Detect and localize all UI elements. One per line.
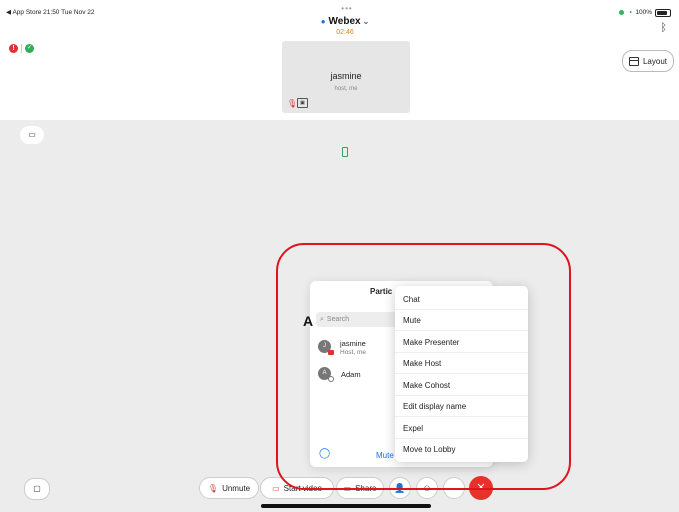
mute-all-button[interactable]: Mute	[376, 451, 394, 460]
unmute-label: Unmute	[222, 483, 251, 493]
menu-item-chat[interactable]: Chat	[395, 289, 528, 310]
battery-icon	[655, 8, 671, 17]
participants-button[interactable]: 👤	[389, 477, 411, 499]
drag-handle-icon[interactable]: •••	[332, 4, 362, 13]
layout-button-label: Layout	[642, 56, 668, 66]
participant-role: Host, me	[340, 349, 367, 356]
chat-icon[interactable]: ◯	[319, 448, 330, 459]
search-icon: ⌕	[320, 315, 324, 323]
audio-indicator-icon	[342, 147, 348, 157]
chevron-down-icon: ⌄	[362, 17, 370, 26]
menu-item-edit-display-name[interactable]: Edit display name	[395, 396, 528, 417]
search-placeholder: Search	[326, 316, 350, 323]
participant-name[interactable]: Adam	[341, 370, 361, 379]
layout-icon	[628, 56, 639, 66]
more-options-button[interactable]	[443, 477, 465, 499]
home-indicator[interactable]	[261, 504, 431, 508]
panel-edge-letter: A	[303, 313, 314, 329]
search-input[interactable]: ⌕ Search	[316, 312, 398, 327]
secure-check-icon[interactable]: ✓	[25, 44, 34, 53]
menu-item-make-presenter[interactable]: Make Presenter	[395, 332, 528, 353]
menu-item-move-to-lobby[interactable]: Move to Lobby	[395, 439, 528, 460]
reactions-icon[interactable]: ☺	[416, 477, 438, 499]
start-video-button[interactable]: ▭ Start video	[260, 477, 334, 499]
wifi-icon: ◔	[627, 8, 633, 17]
bluetooth-icon[interactable]: ᛒ	[660, 22, 667, 34]
menu-item-make-host[interactable]: Make Host	[395, 353, 528, 374]
share-button[interactable]: ▭ Share	[336, 477, 384, 499]
muted-badge-icon	[328, 350, 334, 355]
status-bar-left: ◀ App Store 21:50 Tue Nov 22	[6, 9, 95, 16]
participant-context-menu: Chat Mute Make Presenter Make Host Make …	[395, 286, 528, 462]
menu-item-mute[interactable]: Mute	[395, 310, 528, 331]
mic-off-icon: 🎙	[207, 483, 219, 493]
unmute-button[interactable]: 🎙 Unmute	[199, 477, 259, 499]
app-title: Webex	[328, 16, 361, 27]
picture-in-picture-icon[interactable]: ▭	[20, 126, 44, 144]
self-tile-role: host, me	[334, 86, 358, 92]
meeting-title[interactable]: ● Webex ⌄	[300, 16, 390, 27]
battery-percent: 100%	[635, 9, 652, 16]
start-video-label: Start video	[283, 483, 322, 493]
menu-item-expel[interactable]: Expel	[395, 418, 528, 439]
self-tile-name: jasmine	[330, 71, 362, 81]
panel-title: Partic	[370, 287, 393, 296]
divider	[21, 44, 22, 53]
status-badge-icon	[328, 376, 334, 382]
participant-name[interactable]: jasmine	[340, 339, 366, 348]
chat-toggle-icon[interactable]: ▢	[24, 478, 50, 500]
alert-badge-icon[interactable]: !	[9, 44, 18, 53]
status-bar-right: ◔ 100%	[618, 8, 671, 17]
mic-off-icon: 🎙	[287, 99, 298, 108]
meeting-timer: 02:46	[336, 29, 354, 36]
share-icon: ▭	[343, 483, 352, 493]
screen-share-icon: ▣	[297, 98, 308, 108]
webex-logo-icon: ●	[320, 17, 326, 26]
menu-item-make-cohost[interactable]: Make Cohost	[395, 375, 528, 396]
video-off-icon: ▭	[272, 483, 280, 493]
share-label: Share	[355, 483, 377, 493]
camera-indicator-icon	[618, 10, 624, 15]
layout-button[interactable]: Layout	[622, 50, 674, 72]
leave-button[interactable]: ✕	[469, 476, 493, 500]
